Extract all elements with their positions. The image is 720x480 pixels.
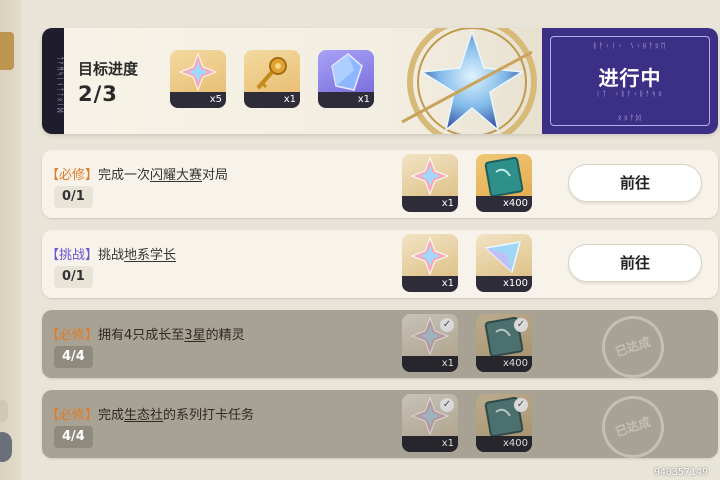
go-button[interactable]: 前往: [568, 164, 702, 202]
task-description: 【必修】完成生态社的系列打卡任务: [46, 408, 255, 423]
sidebar-handle[interactable]: [0, 432, 12, 462]
check-icon: ✓: [514, 398, 528, 412]
reward-count: x1: [318, 92, 374, 108]
task-reward: ✓ x400: [476, 394, 532, 452]
task-row: 【必修】拥有4只成长至3星的精灵 4/4 ✓ x1 ✓ x400 已达成: [42, 307, 718, 387]
status-label: 进行中: [598, 66, 662, 90]
reward-golden-key[interactable]: x1: [244, 50, 300, 108]
task-highlight: 地系学长: [124, 248, 177, 263]
rune-decoration: ᚱᚨᚲᛁᚲ ᛊᚲᚺᚨᛟᛖ: [592, 42, 668, 50]
prism-crystal-icon: [484, 241, 522, 274]
task-reward[interactable]: x400: [476, 154, 532, 212]
task-row: 【必修】完成生态社的系列打卡任务 4/4 ✓ x1 ✓ x400 已达成: [42, 387, 718, 467]
task-highlight: 3星: [184, 328, 206, 343]
reward-count: x5: [170, 92, 226, 108]
golden-key-icon: [256, 57, 287, 90]
reward-count: x1: [244, 92, 300, 108]
task-progress: 0/1: [54, 186, 93, 208]
task-reward: ✓ x400: [476, 314, 532, 372]
check-icon: ✓: [440, 398, 454, 412]
star-crystal-icon: [410, 236, 450, 276]
goal-progress-title: 目标进度: [78, 60, 139, 78]
task-reward[interactable]: x1: [402, 154, 458, 212]
star-crystal-icon: [410, 156, 450, 196]
task-row: 【必修】完成一次闪耀大赛对局 0/1 x1 x400 前往: [42, 150, 718, 218]
go-button[interactable]: 前往: [568, 244, 702, 282]
reward-blue-crystal[interactable]: x1: [318, 50, 374, 108]
task-tag: 【必修】: [46, 408, 99, 423]
rune-decoration: ᛁᛏ ᚲᚱᚨᚲᚱᚨᛋᛟ: [595, 90, 665, 98]
rune-decoration: ᛏᚨᛗᛋᛁᚾᛏᛚᛟᛁᛞ: [42, 28, 64, 134]
status-tag: ᚱᚨᚲᛁᚲ ᛊᚲᚺᚨᛟᛖ 进行中 ᛁᛏ ᚲᚱᚨᚲᚱᚨᛋᛟ ᛟᛟᚨᛞ: [542, 28, 718, 134]
rune-decoration: ᛟᛟᚨᛞ: [617, 114, 643, 122]
task-reward: ✓ x1: [402, 394, 458, 452]
task-description: 【必修】完成一次闪耀大赛对局: [46, 168, 229, 183]
task-tag: 【挑战】: [46, 248, 99, 263]
check-icon: ✓: [440, 318, 454, 332]
reward-count: x400: [476, 196, 532, 212]
task-description: 【挑战】挑战地系学长: [46, 248, 177, 263]
reward-count: x1: [402, 196, 458, 212]
reward-star-crystal[interactable]: x5: [170, 50, 226, 108]
completed-stamp: 已达成: [593, 387, 673, 467]
reward-count: x100: [476, 276, 532, 292]
task-highlight: 生态社: [124, 408, 164, 423]
task-tag: 【必修】: [46, 168, 99, 183]
left-sidebar-strip: [0, 0, 22, 480]
blue-crystal-icon: [331, 53, 363, 91]
task-highlight: 闪耀大赛: [150, 168, 203, 183]
goal-progress-card: ᛏᚨᛗᛋᛁᚾᛏᛚᛟᛁᛞ 目标进度 2/3 x5 x1 x1 ᚱᚨᚲᛁᚲ ᛊᚲᚺᚨ…: [42, 28, 718, 134]
sidebar-ornament: [0, 32, 14, 70]
reward-count: x400: [476, 436, 532, 452]
task-progress: 4/4: [54, 426, 93, 448]
task-reward[interactable]: x100: [476, 234, 532, 292]
task-row: 【挑战】挑战地系学长 0/1 x1 x100 前往: [42, 230, 718, 298]
task-progress: 4/4: [54, 346, 93, 368]
reward-count: x1: [402, 276, 458, 292]
task-tag: 【必修】: [46, 328, 99, 343]
green-ticket-icon: [484, 156, 524, 198]
task-reward[interactable]: x1: [402, 234, 458, 292]
reward-count: x400: [476, 356, 532, 372]
sidebar-ornament: [0, 400, 8, 422]
completed-stamp: 已达成: [593, 307, 673, 387]
reward-count: x1: [402, 436, 458, 452]
goal-progress-value: 2/3: [78, 82, 118, 106]
task-progress: 0/1: [54, 266, 93, 288]
task-reward: ✓ x1: [402, 314, 458, 372]
user-id: 940357149: [653, 467, 708, 478]
check-icon: ✓: [514, 318, 528, 332]
star-orb-emblem: [401, 28, 537, 134]
star-crystal-icon: [178, 52, 218, 92]
task-description: 【必修】拥有4只成长至3星的精灵: [46, 328, 245, 343]
reward-count: x1: [402, 356, 458, 372]
